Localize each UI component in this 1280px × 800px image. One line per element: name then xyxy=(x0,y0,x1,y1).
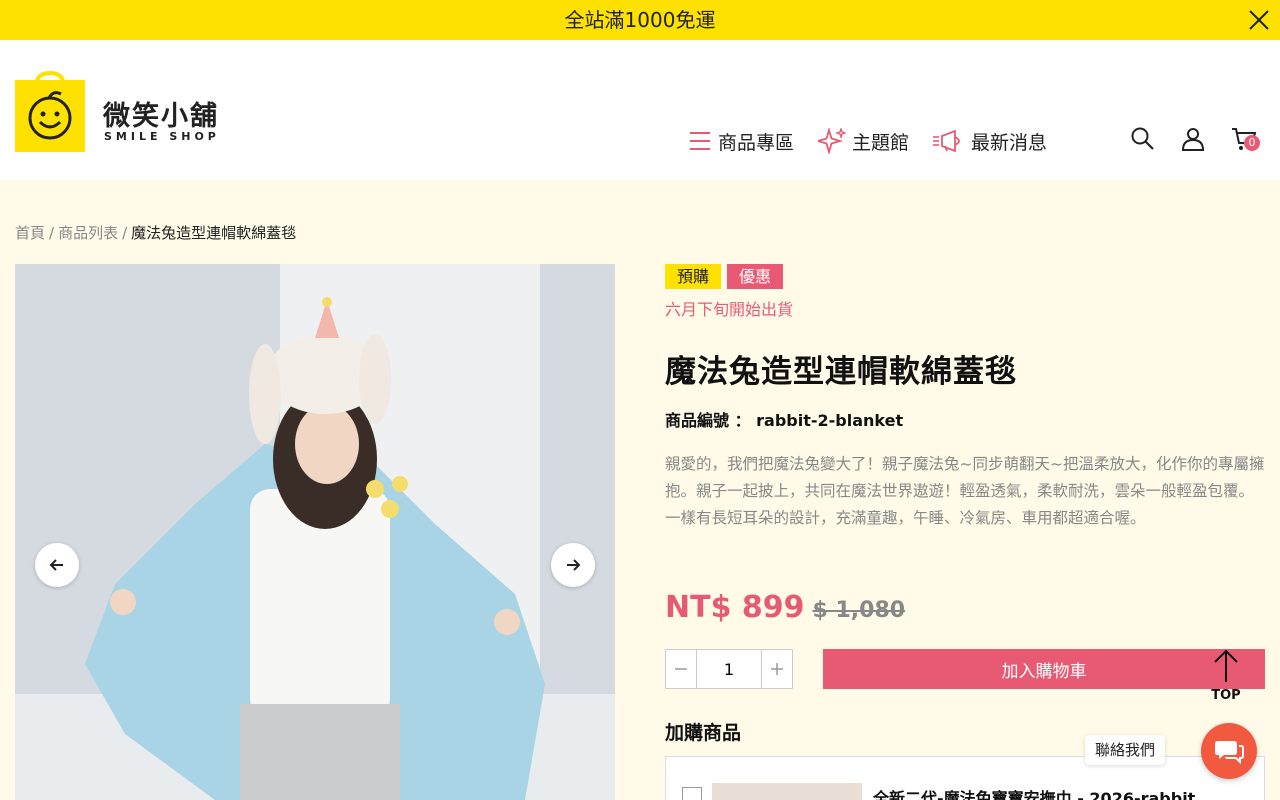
product-tags: 預購 優惠 xyxy=(665,264,1265,289)
add-to-cart-button[interactable]: 加入購物車 xyxy=(823,649,1265,689)
close-icon[interactable] xyxy=(1248,9,1270,31)
back-to-top-button[interactable]: TOP xyxy=(1206,648,1246,708)
contact-us-label[interactable]: 聯絡我們 xyxy=(1085,735,1166,765)
product-sku: 商品編號 ： rabbit-2-blanket xyxy=(665,407,1265,431)
product-description: 親愛的，我們把魔法兔變大了！親子魔法兔~同步萌翻天~把溫柔放大，化作你的專屬擁抱… xyxy=(665,455,1265,527)
nav-news[interactable]: 最新消息 xyxy=(933,128,1047,155)
addon-thumbnail xyxy=(712,783,862,800)
breadcrumb-home[interactable]: 首頁 xyxy=(15,224,45,242)
tag-sale: 優惠 xyxy=(727,264,784,289)
addon-item: 全新二代-魔法兔寶寶安撫巾 - 2026-rabbit xyxy=(665,756,1265,800)
brand-name-cn: 微笑小舖 xyxy=(103,101,219,132)
price-original: $ 1,080 xyxy=(812,598,906,623)
sku-label: 商品編號 ： xyxy=(665,411,751,430)
minus-icon xyxy=(675,668,687,670)
product-title: 魔法兔造型連帽軟綿蓋毯 xyxy=(665,354,1017,390)
main-nav: 商品專區 主題館 最新消息 xyxy=(688,126,1071,156)
breadcrumb-separator: / xyxy=(49,224,55,242)
gallery-prev-button[interactable] xyxy=(35,543,79,587)
gallery-next-button[interactable] xyxy=(551,543,595,587)
price-current: NT$ 899 xyxy=(665,590,805,625)
breadcrumb-separator: / xyxy=(122,224,128,242)
breadcrumb: 首頁 / 商品列表 / 魔法兔造型連帽軟綿蓋毯 xyxy=(15,222,296,243)
addon-item-name[interactable]: 全新二代-魔法兔寶寶安撫巾 - 2026-rabbit xyxy=(873,785,1195,800)
search-icon[interactable] xyxy=(1130,126,1156,152)
user-icon[interactable] xyxy=(1180,126,1206,152)
nav-products-label: 商品專區 xyxy=(718,131,795,154)
shopping-bag-logo-icon xyxy=(15,71,85,152)
price-block: NT$ 899 $ 1,080 xyxy=(665,590,905,625)
quantity-stepper xyxy=(665,649,793,689)
product-image-gallery[interactable] xyxy=(15,264,615,800)
brand-logo[interactable]: 微笑小舖 SMILE SHOP xyxy=(15,66,225,154)
megaphone-icon xyxy=(933,130,960,152)
arrow-left-icon xyxy=(49,559,63,571)
quantity-decrease-button[interactable] xyxy=(666,650,696,688)
shipping-note: 六月下旬開始出貨 xyxy=(665,300,794,319)
nav-themes[interactable]: 主題館 xyxy=(818,128,909,155)
quantity-input[interactable] xyxy=(696,650,762,688)
arrow-right-icon xyxy=(567,559,581,571)
nav-news-label: 最新消息 xyxy=(971,131,1048,154)
announcement-text: 全站滿1000免運 xyxy=(564,8,716,32)
announcement-bar: 全站滿1000免運 xyxy=(0,0,1280,40)
addon-checkbox[interactable] xyxy=(682,787,702,800)
cart-count-badge: 0 xyxy=(1244,135,1260,151)
chat-bubbles-icon xyxy=(1215,741,1244,764)
brand-name-en: SMILE SHOP xyxy=(104,130,220,143)
product-photo xyxy=(15,264,615,800)
arrow-up-icon xyxy=(1214,649,1238,682)
sparkle-icon xyxy=(818,128,847,154)
plus-icon xyxy=(771,663,783,675)
chat-button[interactable] xyxy=(1201,723,1257,779)
nav-themes-label: 主題館 xyxy=(852,131,910,154)
product-info: 預購 優惠 六月下旬開始出貨 魔法兔造型連帽軟綿蓋毯 商品編號 ： rabbit-… xyxy=(665,264,1265,800)
addon-section-title: 加購商品 xyxy=(665,722,742,744)
quantity-increase-button[interactable] xyxy=(762,650,792,688)
nav-products[interactable]: 商品專區 xyxy=(688,128,794,155)
breadcrumb-current: 魔法兔造型連帽軟綿蓋毯 xyxy=(131,224,297,242)
tag-preorder: 預購 xyxy=(665,264,722,289)
back-to-top-label: TOP xyxy=(1211,688,1241,703)
sku-value: rabbit-2-blanket xyxy=(756,411,904,430)
breadcrumb-list[interactable]: 商品列表 xyxy=(58,224,118,242)
site-header: 微笑小舖 SMILE SHOP 商品專區 主題館 最新消息 xyxy=(0,40,1280,180)
menu-lines-icon xyxy=(690,132,710,150)
